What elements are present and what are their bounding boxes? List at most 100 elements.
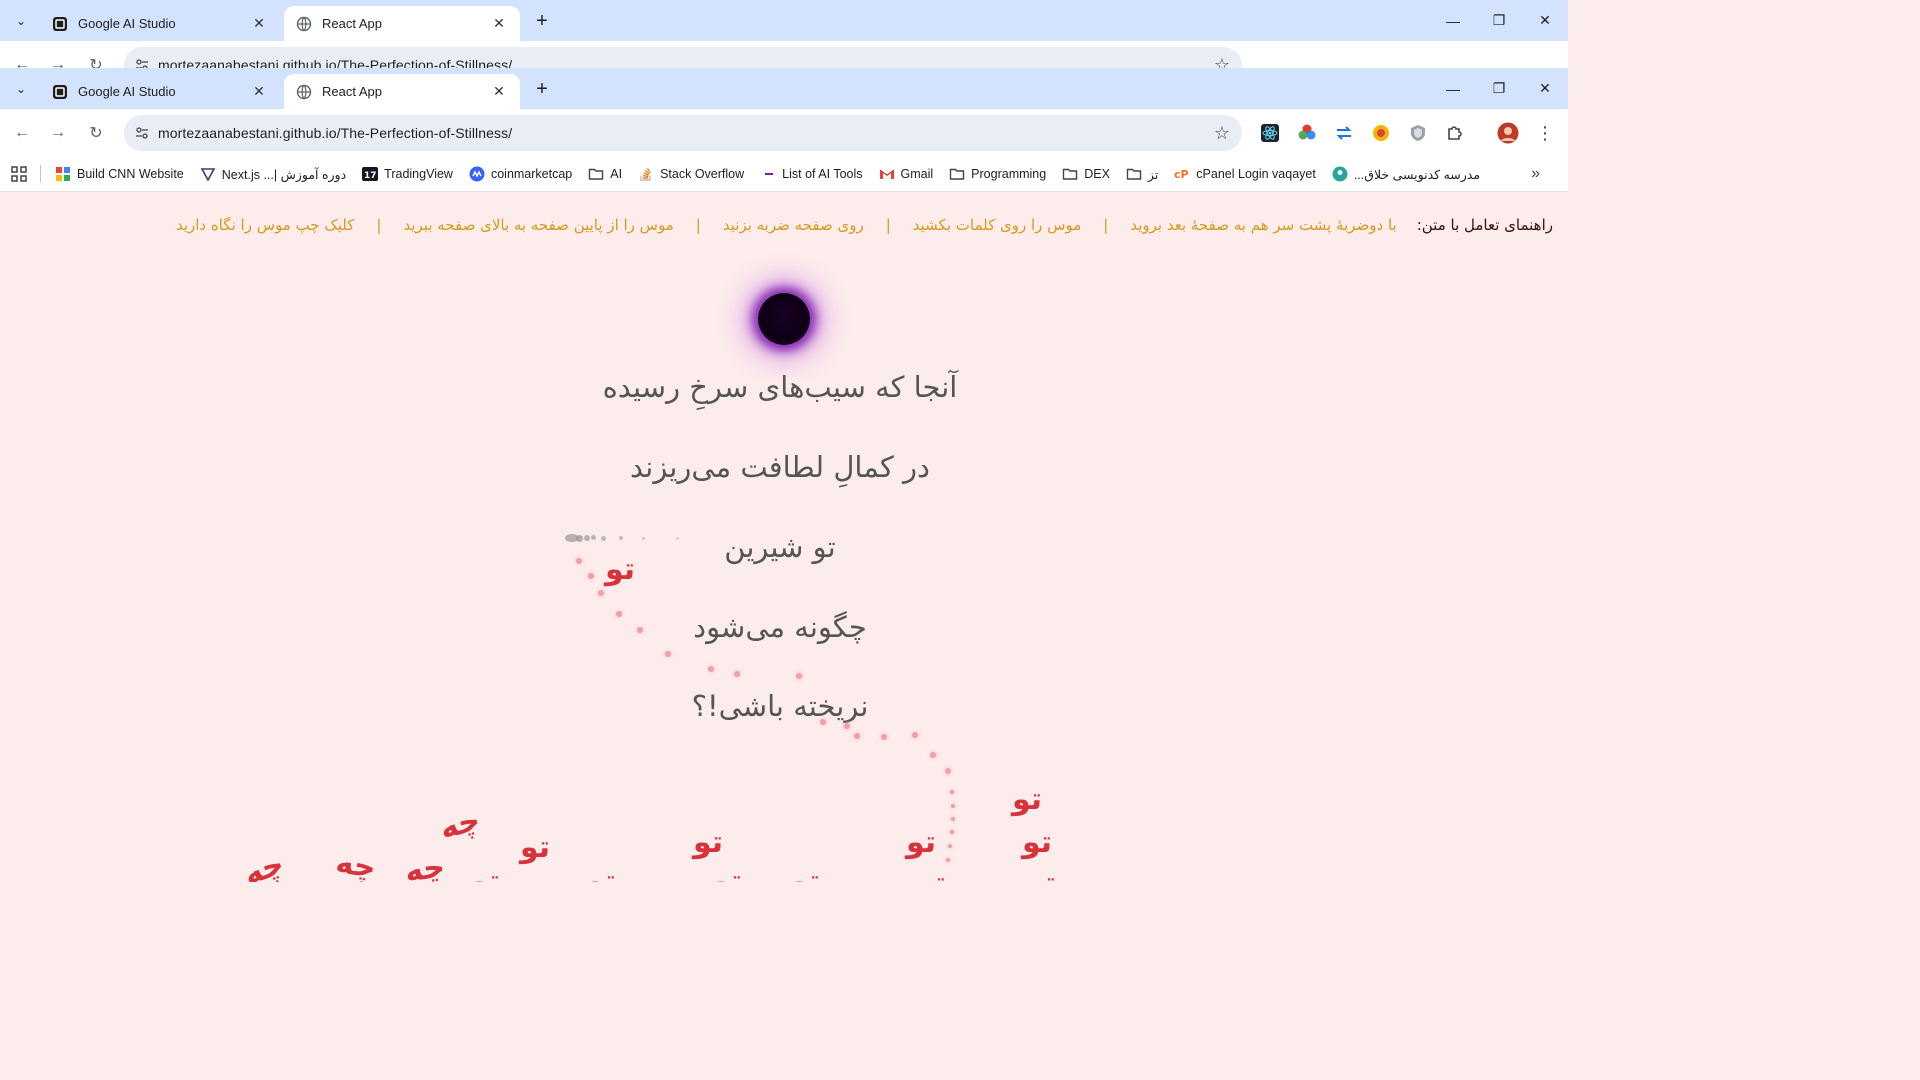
bookmark-build-cnn[interactable]: Build CNN Website (47, 160, 192, 188)
site-info-icon[interactable] (126, 125, 158, 141)
bookmark-coding-school[interactable]: مدرسه کدنویسی خلاق... (1324, 160, 1488, 188)
tab-react-app[interactable]: React App ✕ (284, 6, 520, 41)
particle-dot (951, 804, 955, 808)
svg-text:17: 17 (364, 171, 377, 181)
bookmark-folder-programming[interactable]: Programming (941, 160, 1054, 188)
bookmark-nextjs-course[interactable]: دوره آموزش |... Next.js (192, 160, 354, 188)
react-devtools-icon[interactable] (1258, 121, 1282, 145)
falling-word: تو (605, 552, 636, 587)
close-window-icon[interactable]: ✕ (1522, 68, 1568, 109)
close-window-icon[interactable]: ✕ (1522, 0, 1568, 41)
particle-dot (945, 768, 951, 774)
menu-kebab-icon[interactable]: ⋮ (1533, 121, 1557, 145)
close-icon[interactable]: ✕ (490, 15, 508, 33)
cursor-trail-dot (642, 537, 645, 540)
address-bar[interactable]: mortezaanabestani.github.io/The-Perfecti… (124, 115, 1242, 151)
tradingview-icon: 17 (362, 166, 379, 182)
url-text: mortezaanabestani.github.io/The-Perfecti… (158, 57, 513, 68)
bookmark-label: cPanel Login vaqayet (1196, 167, 1316, 181)
poem-line-5[interactable]: نریخته باشی!؟ (0, 689, 1564, 723)
guide-separator: | (1103, 216, 1109, 234)
poem-line-2[interactable]: در کمالِ لطافت می‌ریزند (0, 450, 1564, 484)
particle-dot (951, 817, 955, 821)
bookmark-cpanel[interactable]: cP cPanel Login vaqayet (1166, 160, 1324, 188)
tab-react-app[interactable]: React App ✕ (284, 74, 520, 109)
poem-page[interactable]: راهنمای تعامل با متن: با دوضربهٔ پشت سر … (0, 192, 1568, 882)
back-icon[interactable]: ← (10, 121, 34, 145)
particle-dot (576, 558, 582, 564)
restore-icon[interactable]: ❐ (1476, 0, 1522, 41)
restore-icon[interactable]: ❐ (1476, 68, 1522, 109)
bookmark-tradingview[interactable]: 17 TradingView (354, 160, 461, 188)
close-icon[interactable]: ✕ (250, 83, 268, 101)
folder-icon (949, 166, 965, 182)
swap-icon[interactable] (1332, 121, 1356, 145)
tab-google-ai-studio[interactable]: Google AI Studio ✕ (40, 74, 280, 109)
cursor-trail-dot (591, 535, 596, 540)
particle-dot (948, 844, 952, 848)
particle-dot (950, 830, 954, 834)
reload-icon[interactable]: ↻ (84, 53, 108, 68)
particle-dot (930, 752, 936, 758)
guide-item: موس را روی کلمات بکشید (912, 216, 1082, 234)
gmail-icon (879, 166, 895, 182)
poem-line-4[interactable]: چگونه می‌شود (0, 610, 1564, 644)
nextjs-icon (200, 166, 216, 182)
tab-title: React App (322, 84, 382, 99)
folder-icon (1062, 166, 1078, 182)
new-tab-button[interactable]: + (530, 9, 554, 33)
guide-item: موس را از پایین صفحه به بالای صفحه ببرید (403, 216, 674, 234)
tab-search-button[interactable]: ⌄ (8, 9, 34, 33)
bookmark-label: Gmail (900, 167, 934, 181)
globe-icon (296, 84, 312, 100)
particle-dot (665, 651, 671, 657)
tab-google-ai-studio[interactable]: Google AI Studio ✕ (40, 6, 280, 41)
bookmark-folder-dex[interactable]: DEX (1054, 160, 1118, 188)
extension-badge-icon[interactable] (1369, 121, 1393, 145)
tab-search-button[interactable]: ⌄ (8, 77, 34, 101)
minimize-icon[interactable]: — (1430, 68, 1476, 109)
chevron-down-icon: ⌄ (15, 82, 27, 96)
bookmark-stack-overflow[interactable]: Stack Overflow (630, 160, 752, 188)
apps-icon[interactable] (0, 160, 36, 188)
window-controls: — ❐ ✕ (1430, 0, 1568, 41)
poem-line-3[interactable]: تو شیرین (0, 530, 1564, 564)
forward-icon[interactable]: → (46, 53, 70, 68)
site-info-icon[interactable] (126, 57, 158, 68)
glowing-orb[interactable] (758, 293, 810, 345)
bookmark-folder-ai[interactable]: AI (580, 160, 630, 188)
bookmark-ai-tools[interactable]: List of AI Tools (752, 160, 870, 188)
chevron-double-right-icon[interactable]: » (1523, 160, 1548, 188)
minimize-icon[interactable]: — (1430, 0, 1476, 41)
svg-text:cP: cP (1174, 168, 1189, 181)
ai-studio-icon (52, 16, 68, 32)
address-bar[interactable]: mortezaanabestani.github.io/The-Perfecti… (124, 47, 1242, 68)
falling-word: تو (586, 864, 617, 882)
forward-icon[interactable]: → (46, 121, 70, 145)
stackoverflow-icon (638, 166, 654, 182)
new-tab-button[interactable]: + (530, 77, 554, 101)
bookmark-label: DEX (1084, 167, 1110, 181)
chevron-down-icon: ⌄ (15, 14, 27, 28)
tab-title: Google AI Studio (78, 16, 176, 31)
puzzle-icon[interactable] (1443, 121, 1467, 145)
poem-line-1[interactable]: آنجا که سیب‌های سرخِ رسیده (0, 370, 1564, 404)
reload-icon[interactable]: ↻ (84, 121, 108, 145)
close-icon[interactable]: ✕ (250, 15, 268, 33)
avatar[interactable] (1496, 121, 1520, 145)
bookmark-folder-thesis[interactable]: تز (1118, 160, 1166, 188)
app-icon (55, 166, 71, 182)
back-icon[interactable]: ← (10, 53, 34, 68)
bookmark-coinmarketcap[interactable]: coinmarketcap (461, 160, 580, 188)
falling-word: تو (1026, 866, 1056, 882)
particle-dot (946, 858, 950, 862)
browser-window: ⌄ Google AI Studio ✕ React App ✕ + — ❐ ✕… (0, 68, 1568, 192)
bookmark-star-icon[interactable]: ☆ (1202, 123, 1242, 144)
falling-word: تو (712, 864, 743, 882)
bookmark-label: تز (1147, 167, 1159, 182)
color-picker-icon[interactable] (1295, 121, 1319, 145)
shield-icon[interactable] (1406, 121, 1430, 145)
close-icon[interactable]: ✕ (490, 83, 508, 101)
bookmark-star-icon[interactable]: ☆ (1202, 55, 1242, 69)
bookmark-gmail[interactable]: Gmail (871, 160, 942, 188)
